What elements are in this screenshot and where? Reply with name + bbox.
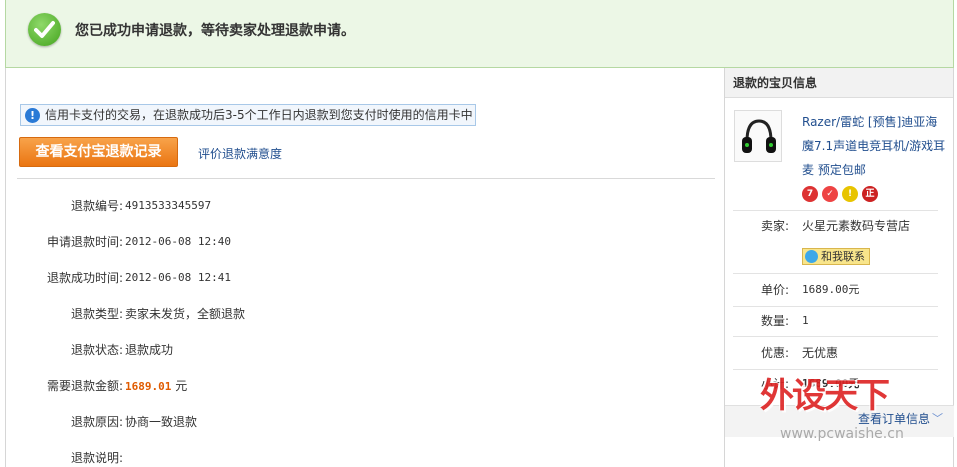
row-label: 退款成功时间:	[46, 271, 123, 285]
row-label: 申请退款时间:	[46, 235, 123, 249]
info-icon: !	[25, 108, 40, 123]
subtotal-row: 小计: 1689.00元	[725, 376, 954, 392]
discount-label: 优惠:	[760, 346, 789, 360]
success-message: 您已成功申请退款，等待卖家处理退款申请。	[75, 23, 355, 39]
notice-text: 信用卡支付的交易，在退款成功后3-5个工作日内退款到您支付时使用的信用卡中	[45, 108, 473, 122]
subtotal-value: 1689.00元	[802, 377, 860, 390]
success-time-row: 退款成功时间: 2012-06-08 12:41	[6, 270, 231, 286]
quantity-row: 数量: 1	[725, 313, 954, 329]
refund-status-value: 退款成功	[125, 343, 174, 357]
amount-number: 1689.01	[125, 380, 172, 393]
divider	[733, 273, 938, 274]
divider	[733, 369, 938, 370]
row-label: 退款状态:	[70, 343, 123, 357]
row-label: 退款原因:	[70, 415, 123, 429]
chat-icon	[805, 250, 818, 263]
unit-price-row: 单价: 1689.00元	[725, 282, 954, 298]
unit-price-label: 单价:	[760, 283, 789, 297]
divider	[733, 336, 938, 337]
row-label: 退款说明:	[70, 451, 123, 465]
credit-card-notice: ! 信用卡支付的交易，在退款成功后3-5个工作日内退款到您支付时使用的信用卡中	[20, 104, 476, 126]
view-alipay-refund-button[interactable]: 查看支付宝退款记录	[19, 137, 178, 167]
view-order-info-link[interactable]: 查看订单信息	[858, 410, 930, 427]
divider	[17, 178, 715, 179]
refund-reason-row: 退款原因: 协商一致退款	[6, 414, 197, 430]
subtotal-label: 小计:	[760, 377, 789, 391]
refund-type-row: 退款类型: 卖家未发货，全额退款	[6, 306, 245, 322]
seller-name-link[interactable]: 火星元素数码专营店	[802, 218, 910, 234]
contact-button-label: 和我联系	[821, 250, 865, 263]
authentic-icon: 正	[862, 186, 878, 202]
row-label: 退款编号:	[70, 199, 123, 213]
refund-id-value: 4913533345597	[125, 199, 212, 212]
success-banner: 您已成功申请退款，等待卖家处理退款申请。	[5, 0, 954, 68]
check-circle-icon	[28, 13, 61, 46]
rate-refund-link[interactable]: 评价退款满意度	[198, 145, 282, 162]
product-card: Razer/雷蛇 [预售]迪亚海魔7.1声道电竞耳机/游戏耳麦 预定包邮 7 ✓!…	[734, 110, 945, 210]
refund-note-row: 退款说明:	[6, 450, 123, 466]
discount-value: 无优惠	[802, 346, 839, 360]
refund-amount-row: 需要退款金额: 1689.01 元	[6, 378, 187, 394]
success-time-value: 2012-06-08 12:41	[125, 271, 231, 284]
guarantee-icon: ✓	[822, 186, 838, 202]
refund-item-panel: 退款的宝贝信息 Razer/雷蛇 [预售]迪亚海魔7.1声道电竞耳机/游戏耳麦 …	[725, 68, 954, 467]
divider	[733, 210, 938, 211]
chevron-down-icon: ﹀	[932, 412, 943, 425]
seller-label: 卖家:	[760, 219, 789, 233]
amount-unit: 元	[175, 379, 188, 393]
seven-day-return-icon: 7	[802, 186, 818, 202]
refund-id-row: 退款编号: 4913533345597	[6, 198, 211, 214]
quantity-value: 1	[802, 314, 809, 327]
panel-title: 退款的宝贝信息	[725, 68, 953, 98]
contact-seller-button[interactable]: 和我联系	[802, 248, 870, 265]
seller-row: 卖家: 火星元素数码专营店	[725, 218, 954, 234]
row-label: 退款类型:	[70, 307, 123, 321]
discount-row: 优惠: 无优惠	[725, 345, 954, 361]
refund-type-value: 卖家未发货，全额退款	[125, 307, 246, 321]
refund-reason-value: 协商一致退款	[125, 415, 198, 429]
apply-time-row: 申请退款时间: 2012-06-08 12:40	[6, 234, 231, 250]
row-label: 需要退款金额:	[46, 379, 123, 393]
refund-status-row: 退款状态: 退款成功	[6, 342, 173, 358]
product-thumbnail[interactable]	[734, 110, 782, 162]
lightbulb-icon: !	[842, 186, 858, 202]
unit-price-value: 1689.00元	[802, 283, 860, 296]
service-badges: 7 ✓! 正	[802, 185, 882, 202]
product-title-link[interactable]: Razer/雷蛇 [预售]迪亚海魔7.1声道电竞耳机/游戏耳麦 预定包邮	[802, 110, 948, 182]
refund-details-panel: ! 信用卡支付的交易，在退款成功后3-5个工作日内退款到您支付时使用的信用卡中 …	[5, 68, 725, 467]
apply-time-value: 2012-06-08 12:40	[125, 235, 231, 248]
quantity-label: 数量:	[760, 314, 789, 328]
refund-amount-value: 1689.01 元	[125, 378, 187, 395]
divider	[733, 306, 938, 307]
